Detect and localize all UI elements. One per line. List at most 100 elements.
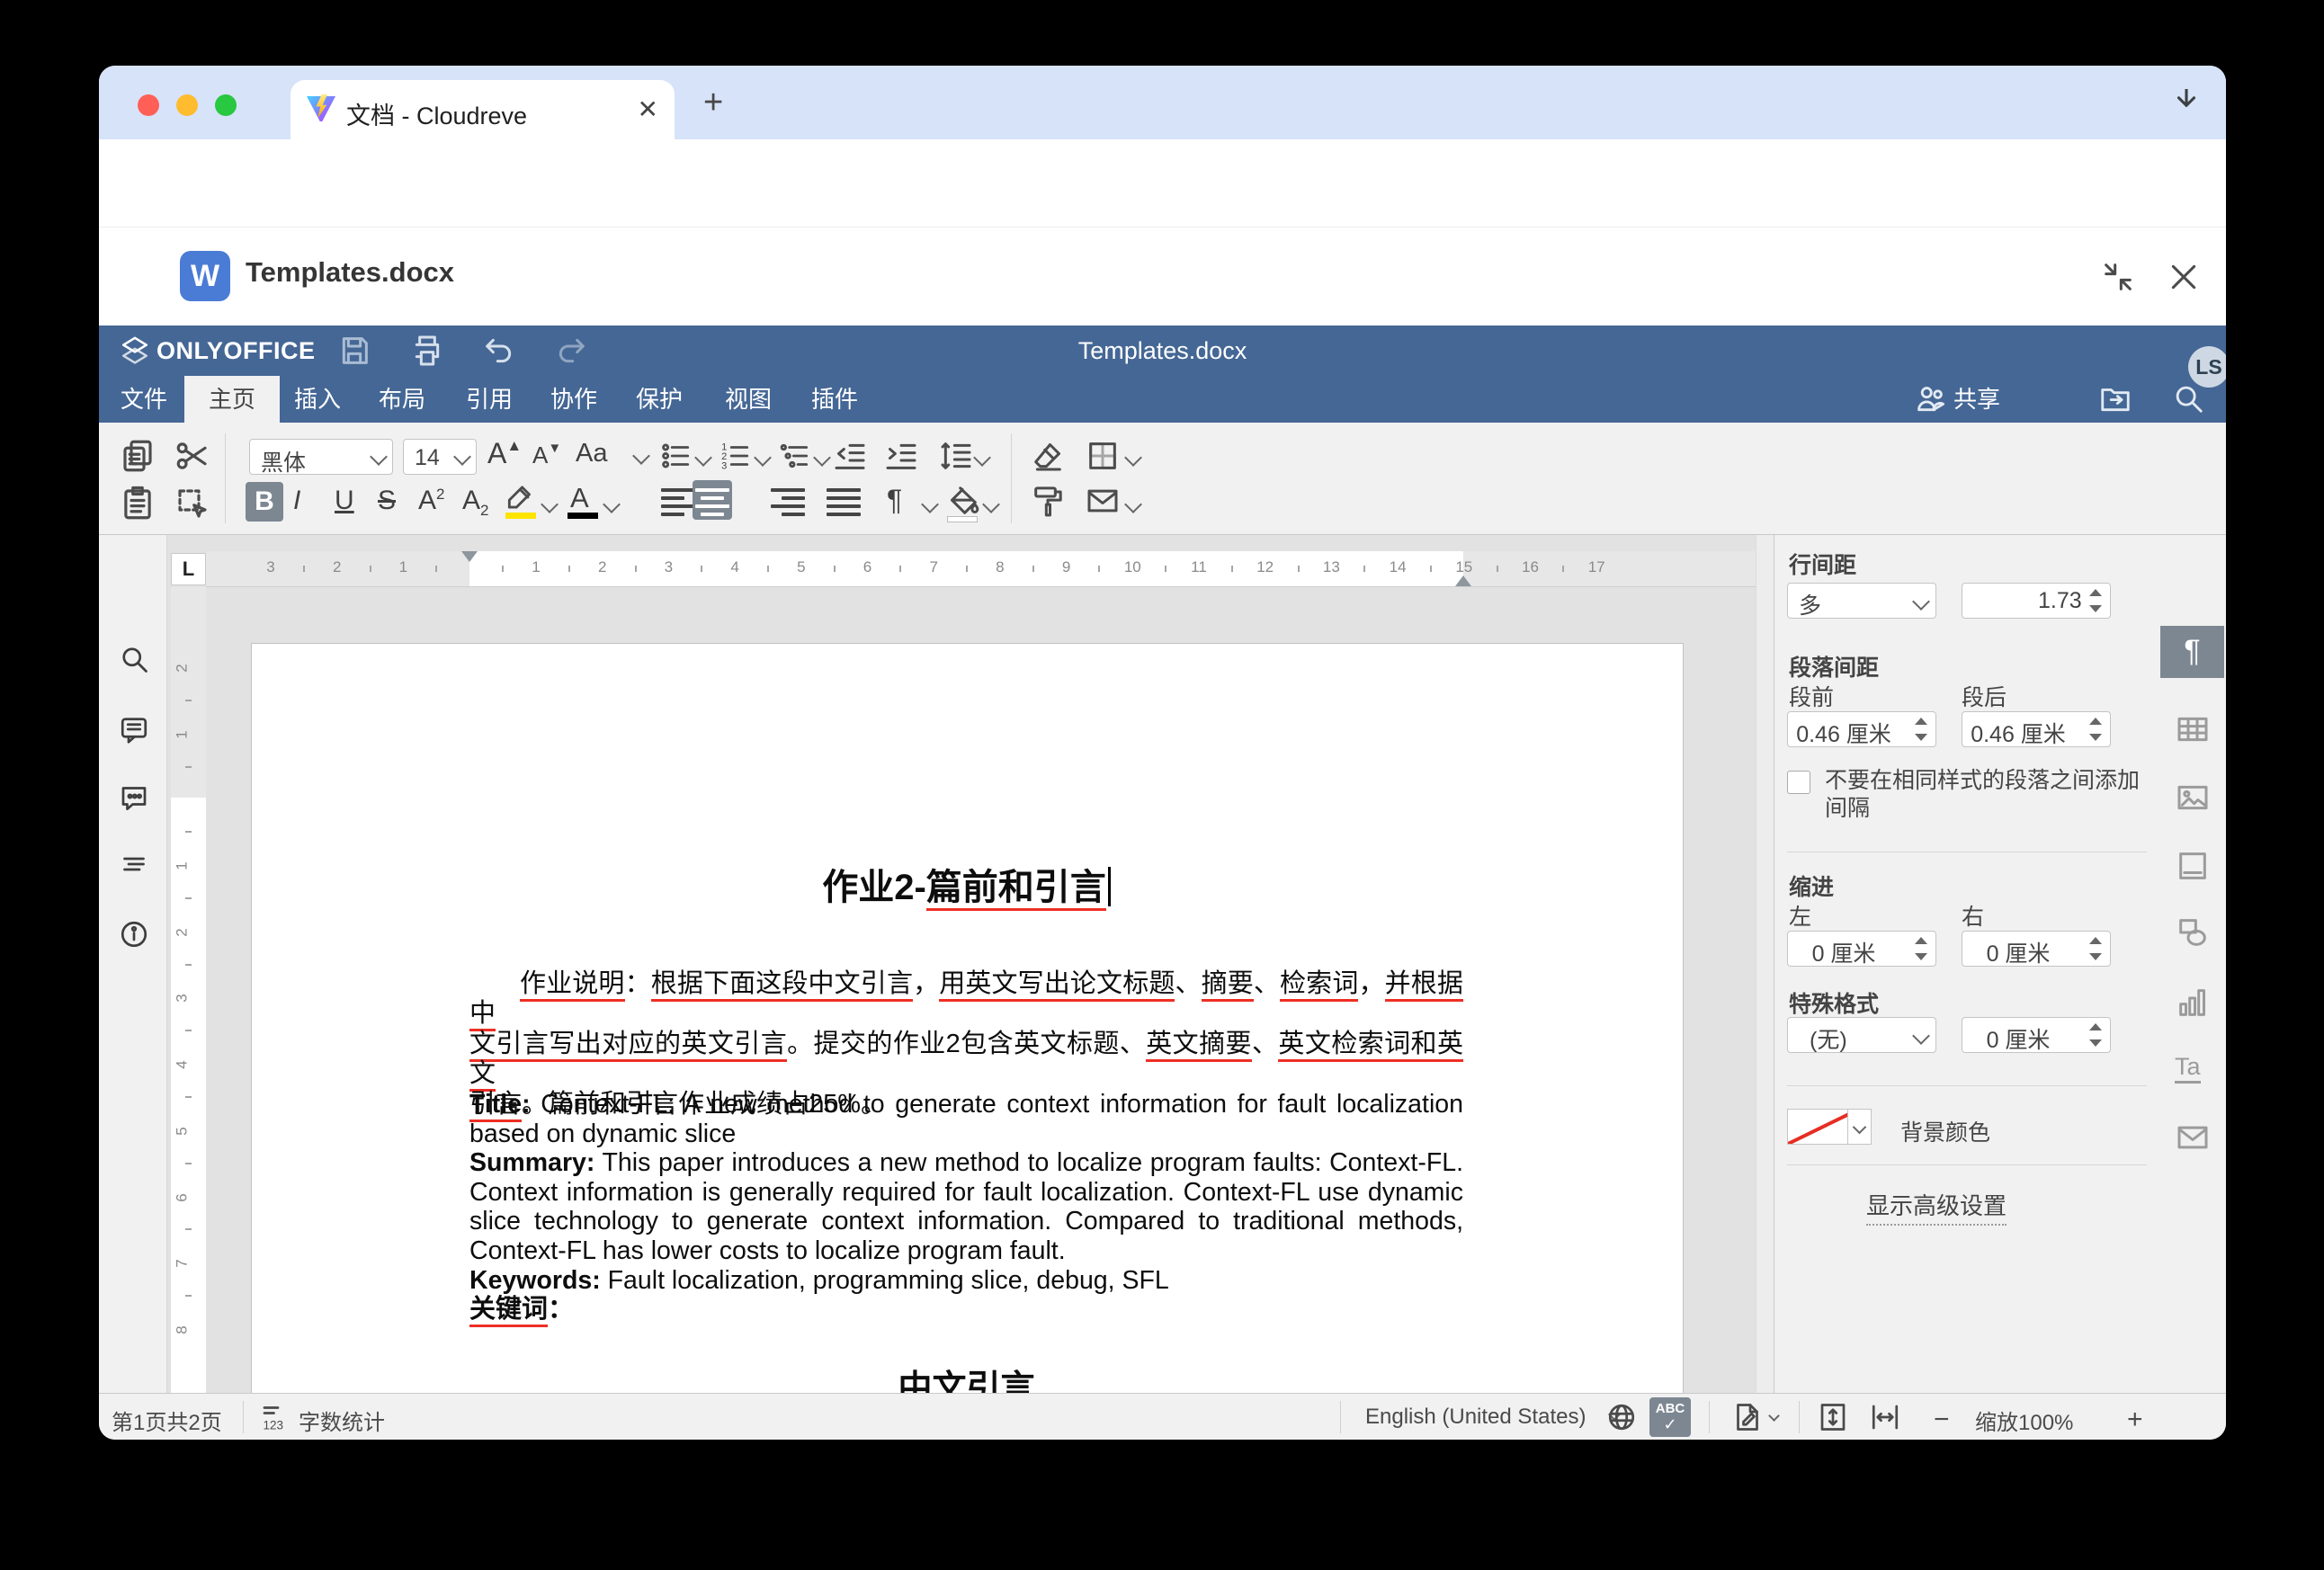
- paragraph-settings-tab[interactable]: ¶: [2160, 626, 2224, 678]
- indent-right-stepper[interactable]: 0 厘米: [1962, 931, 2111, 967]
- line-spacing-select[interactable]: 多: [1787, 583, 1936, 619]
- language-selector[interactable]: English (United States): [1365, 1405, 1586, 1430]
- header-footer-settings-icon[interactable]: [2175, 848, 2211, 884]
- tab-references[interactable]: 引用: [451, 376, 527, 423]
- tab-close-icon[interactable]: ✕: [638, 94, 658, 124]
- indent-left-stepper[interactable]: 0 厘米: [1787, 931, 1936, 967]
- nonprinting-chars-icon[interactable]: ¶: [887, 484, 902, 517]
- chart-settings-icon[interactable]: [2175, 985, 2211, 1021]
- traffic-close-button[interactable]: [138, 94, 159, 116]
- line-spacing-value-stepper[interactable]: 1.73: [1962, 583, 2111, 619]
- copy-icon[interactable]: [119, 437, 156, 475]
- background-color-swatch[interactable]: [1787, 1109, 1848, 1145]
- comments-icon[interactable]: [118, 713, 150, 745]
- doc-heading-cn[interactable]: 中文引言: [469, 1360, 1463, 1395]
- chevron-down-icon[interactable]: [1124, 495, 1142, 513]
- vertical-ruler[interactable]: 2112345678: [171, 587, 206, 1393]
- doc-title-line[interactable]: 作业2-篇前和引言: [469, 858, 1463, 910]
- navigation-icon[interactable]: [118, 848, 150, 880]
- shape-settings-icon[interactable]: [2175, 914, 2211, 950]
- tab-home[interactable]: 主页: [184, 376, 280, 423]
- font-name-select[interactable]: 黑体: [249, 439, 393, 475]
- chevron-down-icon[interactable]: [1768, 1410, 1780, 1422]
- decrease-indent-icon[interactable]: [832, 437, 868, 475]
- numbered-list-icon[interactable]: [719, 437, 753, 475]
- text-art-settings-icon[interactable]: Ta: [2175, 1053, 2201, 1084]
- select-all-icon[interactable]: [174, 485, 211, 522]
- browser-tab[interactable]: 文档 - Cloudreve ✕: [290, 80, 675, 139]
- align-right-icon[interactable]: [771, 488, 805, 515]
- close-preview-icon[interactable]: [2166, 259, 2202, 295]
- right-indent-marker[interactable]: [1455, 575, 1471, 586]
- superscript-button[interactable]: A2: [418, 486, 444, 516]
- zoom-in-button[interactable]: +: [2127, 1405, 2143, 1435]
- show-advanced-settings-link[interactable]: 显示高级设置: [1866, 1188, 2007, 1226]
- cut-icon[interactable]: [174, 437, 211, 475]
- strikethrough-button[interactable]: S: [378, 486, 396, 516]
- chevron-down-icon[interactable]: [541, 495, 559, 513]
- word-count-label[interactable]: 字数统计: [299, 1405, 385, 1436]
- chevron-down-icon[interactable]: [982, 495, 1000, 513]
- traffic-minimize-button[interactable]: [176, 94, 198, 116]
- increase-indent-icon[interactable]: [883, 437, 919, 475]
- spacing-after-stepper[interactable]: 0.46 厘米: [1962, 711, 2111, 747]
- change-case-icon[interactable]: Aa: [576, 439, 607, 468]
- image-settings-icon[interactable]: [2175, 780, 2211, 816]
- font-size-select[interactable]: 14: [403, 439, 477, 475]
- chevron-down-icon[interactable]: [921, 495, 939, 513]
- align-center-button[interactable]: [693, 480, 732, 520]
- paste-icon[interactable]: [119, 485, 156, 522]
- line-spacing-icon[interactable]: [938, 437, 974, 475]
- copy-style-icon[interactable]: [1030, 482, 1066, 520]
- chevron-down-icon[interactable]: [632, 447, 650, 465]
- special-amount-stepper[interactable]: 0 厘米: [1962, 1017, 2111, 1053]
- mail-merge-settings-icon[interactable]: [2175, 1120, 2211, 1155]
- open-file-location-icon[interactable]: [2098, 381, 2132, 415]
- exit-fullscreen-icon[interactable]: [2100, 259, 2136, 295]
- header-search-icon[interactable]: [2171, 381, 2205, 415]
- zoom-level[interactable]: 缩放100%: [1975, 1405, 2073, 1436]
- no-space-same-style-checkbox[interactable]: [1787, 771, 1810, 794]
- clear-style-icon[interactable]: [1030, 437, 1066, 475]
- zoom-out-button[interactable]: −: [1934, 1405, 1950, 1435]
- tab-collaboration[interactable]: 协作: [536, 376, 612, 423]
- fit-width-icon[interactable]: [1869, 1401, 1901, 1433]
- increase-font-icon[interactable]: A▲: [487, 437, 522, 470]
- background-color-chevron-icon[interactable]: [1848, 1109, 1872, 1145]
- horizontal-ruler[interactable]: 3211234567891011121314151617: [206, 551, 1756, 587]
- document-scrollbar[interactable]: [1756, 535, 1774, 1393]
- tab-insert[interactable]: 插入: [280, 376, 355, 423]
- chevron-down-icon[interactable]: [754, 449, 772, 467]
- justify-icon[interactable]: [827, 488, 861, 515]
- tab-search-chevron-icon[interactable]: [2171, 89, 2202, 120]
- tab-file[interactable]: 文件: [106, 376, 182, 423]
- find-icon[interactable]: [118, 643, 150, 675]
- align-left-icon[interactable]: [661, 488, 695, 515]
- mail-merge-icon[interactable]: [1085, 482, 1121, 520]
- set-language-globe-icon[interactable]: [1605, 1401, 1638, 1433]
- word-count-icon[interactable]: [259, 1401, 291, 1433]
- bullet-list-icon[interactable]: [659, 437, 693, 475]
- tab-layout[interactable]: 布局: [364, 376, 440, 423]
- subscript-button[interactable]: A2: [462, 486, 488, 520]
- bold-button[interactable]: B: [246, 482, 283, 522]
- shading-icon[interactable]: [1085, 437, 1121, 475]
- special-format-select[interactable]: (无): [1787, 1017, 1936, 1053]
- font-color-button[interactable]: A: [570, 482, 589, 514]
- chevron-down-icon[interactable]: [1124, 449, 1142, 467]
- chat-icon[interactable]: [118, 781, 150, 814]
- italic-button[interactable]: I: [293, 486, 300, 516]
- fit-page-icon[interactable]: [1817, 1401, 1849, 1433]
- highlight-color-icon[interactable]: [504, 480, 538, 514]
- tab-view[interactable]: 视图: [711, 376, 786, 423]
- tab-protection[interactable]: 保护: [621, 376, 697, 423]
- doc-paragraph-en[interactable]: Title: Context-FL: A new method to gener…: [469, 1090, 1463, 1325]
- spell-check-toggle[interactable]: ABC✓: [1649, 1397, 1691, 1437]
- first-line-indent-marker[interactable]: [461, 551, 478, 562]
- chevron-down-icon[interactable]: [973, 449, 991, 467]
- decrease-font-icon[interactable]: A▼: [532, 441, 561, 469]
- document-page[interactable]: 作业2-篇前和引言 作业说明：根据下面这段中文引言，用英文写出论文标题、摘要、检…: [252, 644, 1683, 1395]
- page-indicator[interactable]: 第1页共2页: [112, 1405, 222, 1436]
- chevron-down-icon[interactable]: [813, 449, 831, 467]
- spacing-before-stepper[interactable]: 0.46 厘米: [1787, 711, 1936, 747]
